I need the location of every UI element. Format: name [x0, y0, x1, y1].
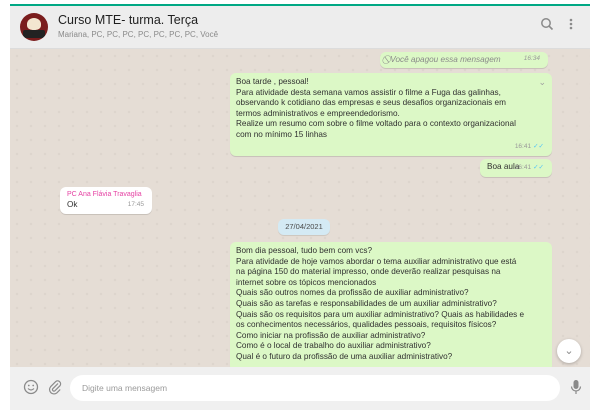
double-check-icon: ✓✓ — [533, 164, 544, 172]
message-text: Ok — [67, 200, 78, 209]
message-bubble-outgoing[interactable]: Boa aula 16:41 ✓✓ — [480, 159, 552, 177]
date-separator: 27/04/2021 — [278, 219, 330, 235]
scroll-down-button[interactable]: ⌄ — [557, 339, 581, 363]
chevron-down-icon[interactable]: ⌄ — [538, 77, 546, 88]
message-bubble-outgoing[interactable]: Bom dia pessoal, tudo bem com vcs? Para … — [230, 242, 552, 367]
attach-icon[interactable] — [46, 379, 64, 397]
chat-header[interactable]: Curso MTE- turma. Terça Mariana, PC, PC,… — [10, 6, 590, 49]
message-line: Qual é o futuro da profissão de uma auxi… — [236, 351, 453, 361]
message-bubble-outgoing[interactable]: Boa tarde , pessoal! Para atividade dest… — [230, 73, 552, 156]
message-line: termos administrativos e empreendedorism… — [236, 108, 400, 118]
deleted-message[interactable]: ⃠ Você apagou essa mensagem 16:34 — [380, 52, 548, 68]
double-check-icon: ✓✓ — [533, 143, 544, 151]
message-line: observando k cotidiano das empresas e se… — [236, 98, 506, 108]
menu-icon[interactable] — [562, 17, 580, 35]
message-line: os conhecimentos necessários, qualidades… — [236, 320, 497, 330]
sender-name[interactable]: PC Ana Flávia Travaglia — [67, 190, 142, 201]
message-line: com no mínimo 15 linhas — [236, 129, 328, 139]
search-icon[interactable] — [538, 17, 556, 35]
message-line: Para atividade de hoje vamos abordar o t… — [236, 256, 517, 266]
message-line: Como iniciar na profissão de auxiliar ad… — [236, 330, 426, 340]
message-time: 17:45 — [127, 201, 144, 209]
message-line: Quais são as tarefas e responsabilidades… — [236, 298, 497, 308]
chat-window: Curso MTE- turma. Terça Mariana, PC, PC,… — [10, 6, 590, 410]
chat-title: Curso MTE- turma. Terça — [58, 13, 199, 27]
conversation-panel[interactable]: ⃠ Você apagou essa mensagem 16:34 Boa ta… — [10, 49, 590, 367]
group-avatar[interactable] — [20, 13, 48, 41]
emoji-icon[interactable] — [22, 379, 40, 397]
message-bubble-incoming[interactable]: PC Ana Flávia Travaglia Ok 17:45 — [60, 187, 152, 214]
message-meta: 16:41 ✓✓ — [515, 142, 544, 153]
message-line: Quais são os requisitos para um auxiliar… — [236, 309, 525, 319]
compose-bar — [10, 367, 590, 410]
message-line: Boa tarde , pessoal! — [236, 77, 309, 86]
message-text: Bom dia pessoal, tudo bem com vcs? Para … — [236, 246, 548, 363]
mic-icon[interactable] — [567, 379, 585, 397]
message-line: Bom dia pessoal, tudo bem com vcs? — [236, 246, 373, 255]
message-line: Para atividade desta semana vamos assist… — [236, 87, 501, 97]
message-text: Boa tarde , pessoal! Para atividade dest… — [236, 77, 542, 141]
avatar-face-shape — [27, 18, 41, 30]
message-line: Realize um resumo com sobre o filme volt… — [236, 119, 516, 129]
message-line: na página 150 do material impresso, onde… — [236, 267, 501, 277]
message-line: internet sobre os tópicos mencionados — [236, 277, 377, 287]
message-meta: 16:41 ✓✓ — [515, 163, 544, 174]
message-line: Como é o local de trabalho do auxiliar a… — [236, 341, 431, 351]
avatar-band-shape — [23, 30, 45, 38]
message-time: 16:34 — [523, 55, 540, 63]
message-time: 16:41 — [514, 164, 532, 172]
message-line: Quais são outros nomes da profissão de a… — [236, 288, 469, 298]
deleted-message-row: ⃠ Você apagou essa mensagem — [388, 55, 501, 66]
deleted-text: Você apagou essa mensagem — [390, 55, 501, 64]
message-time: 16:41 — [514, 143, 532, 151]
message-input[interactable] — [70, 375, 560, 401]
chevron-down-icon: ⌄ — [564, 345, 574, 357]
chat-participants: Mariana, PC, PC, PC, PC, PC, PC, PC, Voc… — [58, 30, 219, 39]
